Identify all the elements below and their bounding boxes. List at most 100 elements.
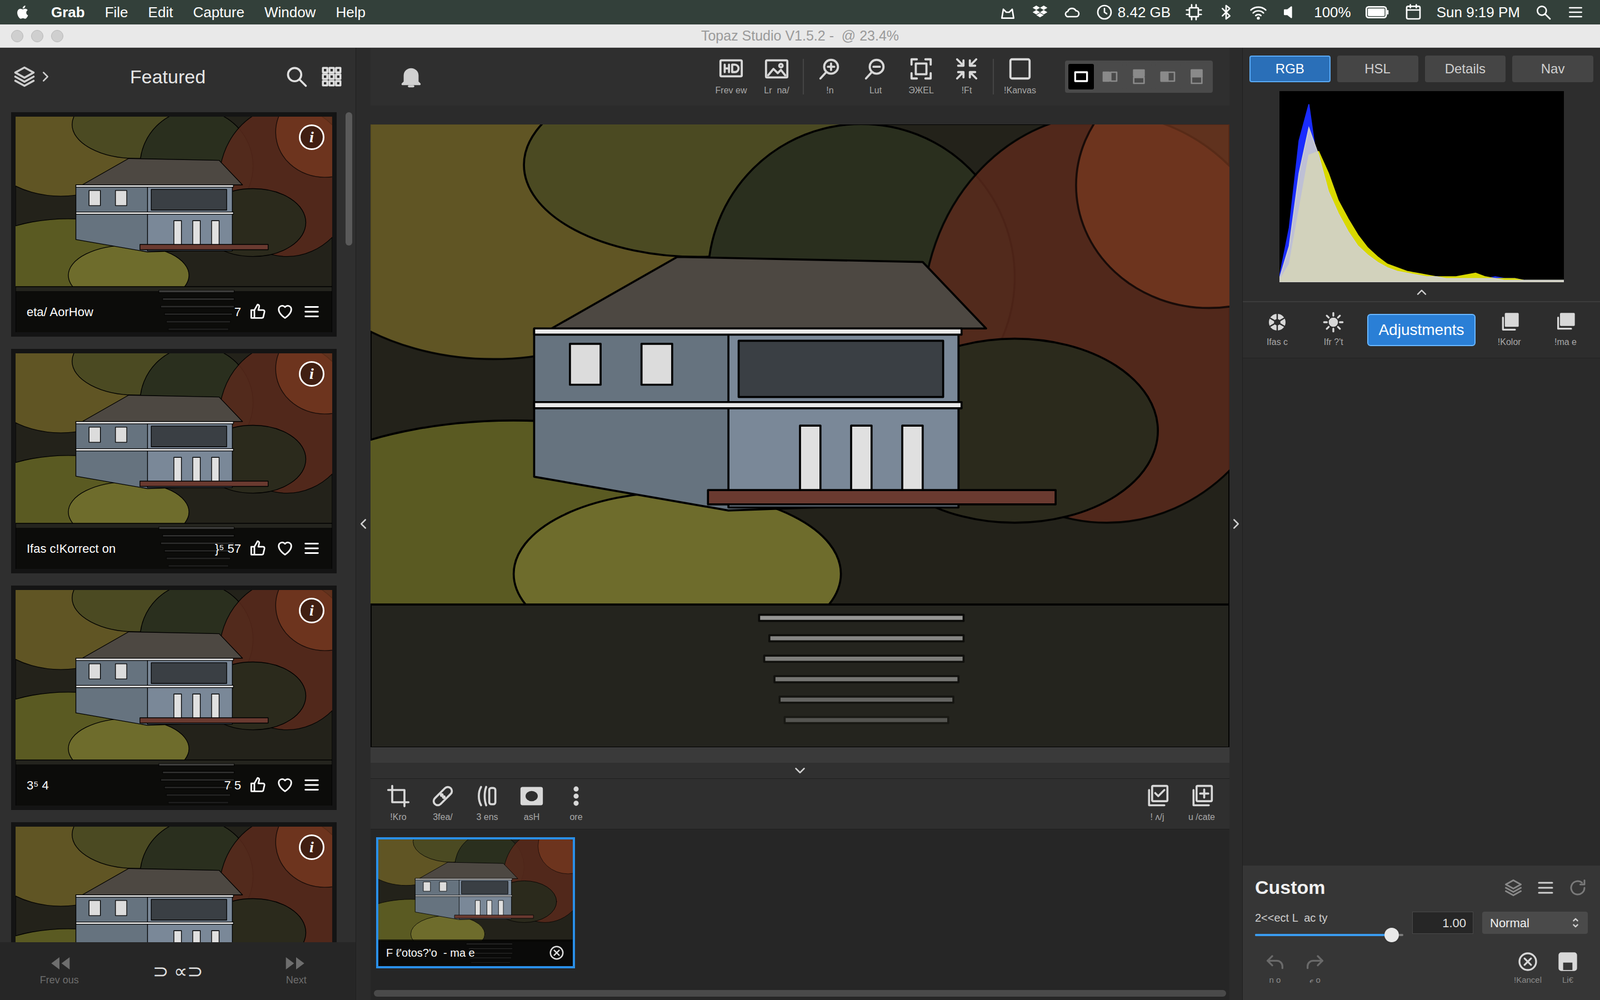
filmstrip-thumbnail[interactable]: F ℓ'otos?'o - ma e xyxy=(376,837,575,969)
scrollbar-thumb[interactable] xyxy=(345,112,353,246)
category-icon-button[interactable]: !ma e xyxy=(1543,311,1588,349)
layers-icon[interactable] xyxy=(12,64,37,89)
preset-card[interactable]: i xyxy=(11,822,337,943)
menu-item[interactable]: Capture xyxy=(192,1,245,24)
dropbox-icon[interactable] xyxy=(1031,3,1049,22)
info-button[interactable]: i xyxy=(298,361,325,387)
undo-button[interactable]: n o xyxy=(1255,950,1295,987)
toolbar-button[interactable]: !n xyxy=(807,56,853,98)
view-mode-button[interactable] xyxy=(1068,63,1094,90)
close-circle-icon[interactable] xyxy=(548,944,565,962)
thumbs-up-icon[interactable] xyxy=(248,302,268,322)
chevron-right-icon[interactable] xyxy=(40,68,52,85)
heart-icon[interactable] xyxy=(275,538,295,558)
thumbs-up-icon[interactable] xyxy=(248,775,268,795)
preset-card[interactable]: ieta/ AorHow7 xyxy=(11,112,337,337)
volume-icon[interactable] xyxy=(1281,3,1300,22)
calendar-icon[interactable] xyxy=(1404,3,1423,22)
menu-item[interactable]: Window xyxy=(264,1,316,24)
info-tab[interactable]: Nav xyxy=(1512,55,1594,83)
grid-icon[interactable] xyxy=(320,65,344,89)
menu-icon[interactable] xyxy=(302,302,322,322)
category-button[interactable]: Adjustments xyxy=(1367,313,1475,347)
layers-icon[interactable] xyxy=(1503,877,1524,898)
chevron-down-icon[interactable] xyxy=(791,765,809,776)
heart-icon[interactable] xyxy=(275,775,295,795)
bluetooth-icon[interactable] xyxy=(1217,3,1235,22)
filmstrip-scrollbar[interactable] xyxy=(370,990,1230,1000)
menu-icon[interactable] xyxy=(302,775,322,795)
close-button[interactable] xyxy=(11,30,24,43)
search-icon[interactable] xyxy=(284,64,309,89)
info-button[interactable]: i xyxy=(298,124,325,150)
minimize-button[interactable] xyxy=(31,30,44,43)
clock-text[interactable]: Sun 9:19 PM xyxy=(1436,1,1520,24)
toolbar-button[interactable]: Lr na/ xyxy=(753,56,800,98)
right-collapse-bar[interactable] xyxy=(1229,47,1243,1000)
histogram-toggle[interactable] xyxy=(1242,282,1600,303)
slider-thumb[interactable] xyxy=(1384,927,1399,943)
menu-icon[interactable] xyxy=(1535,877,1556,898)
previous-button[interactable]: Frev ous xyxy=(0,955,119,988)
toolbar-button[interactable]: Frev ew xyxy=(708,56,754,98)
menu-item[interactable]: Edit xyxy=(148,1,174,24)
chevron-right-icon[interactable] xyxy=(1231,515,1241,533)
thumbs-up-icon[interactable] xyxy=(248,538,268,558)
opacity-slider[interactable] xyxy=(1255,933,1404,937)
app-menu[interactable]: Grab xyxy=(51,1,85,24)
view-mode-button[interactable] xyxy=(1183,63,1210,90)
category-icon-button[interactable]: Ifr ?'t xyxy=(1311,311,1356,349)
view-mode-button[interactable] xyxy=(1155,63,1181,90)
opacity-value-field[interactable]: 1.00 xyxy=(1412,911,1474,934)
tool-button[interactable]: !Kro xyxy=(376,783,421,824)
category-icon-button[interactable]: Ifas c xyxy=(1255,311,1300,349)
menu-item[interactable]: File xyxy=(105,1,129,24)
tool-button[interactable]: 3 ens xyxy=(465,783,510,824)
cancel-button[interactable]: !Kancel xyxy=(1507,950,1548,987)
scrollbar-thumb[interactable] xyxy=(373,990,1227,997)
tool-button[interactable]: ore xyxy=(553,783,599,824)
blend-mode-select[interactable]: Normal xyxy=(1482,911,1588,934)
view-mode-button[interactable] xyxy=(1126,63,1152,90)
memory-status[interactable]: 8.42 GB xyxy=(1095,1,1171,24)
cat-icon[interactable] xyxy=(998,3,1017,22)
next-button[interactable]: Next xyxy=(237,955,356,988)
presets-scrollbar[interactable] xyxy=(345,105,356,943)
left-collapse-bar[interactable] xyxy=(355,47,371,1000)
save-button[interactable]: Li€ xyxy=(1547,950,1588,987)
heart-icon[interactable] xyxy=(275,302,295,322)
list-icon[interactable] xyxy=(1566,3,1585,22)
search-icon[interactable] xyxy=(1534,3,1553,22)
filmstrip-toggle[interactable] xyxy=(370,762,1230,779)
tool-button[interactable]: ! ʌ/j xyxy=(1135,783,1180,824)
toolbar-button[interactable]: !Ft xyxy=(943,56,990,98)
bell-icon[interactable] xyxy=(398,62,424,91)
info-button[interactable]: i xyxy=(298,834,325,860)
apple-icon[interactable] xyxy=(15,3,32,21)
creative-cloud-icon[interactable] xyxy=(1063,3,1082,22)
chevron-up-icon[interactable] xyxy=(1413,287,1430,297)
battery-icon[interactable] xyxy=(1365,3,1390,22)
toolbar-button[interactable]: Lut xyxy=(852,56,899,98)
tool-button[interactable]: u /cate xyxy=(1179,783,1224,824)
menu-icon[interactable] xyxy=(302,538,322,558)
info-button[interactable]: i xyxy=(298,597,325,624)
view-mode-button[interactable] xyxy=(1097,63,1123,90)
category-icon-button[interactable]: !Kolor xyxy=(1487,311,1532,349)
toolbar-button[interactable]: ЭЖЕL xyxy=(898,56,944,98)
zoom-button[interactable] xyxy=(51,30,64,43)
toolbar-button[interactable]: !Kanvas xyxy=(997,56,1043,98)
cpu-icon[interactable] xyxy=(1185,3,1203,22)
reset-icon[interactable] xyxy=(1567,877,1588,898)
info-tab[interactable]: HSL xyxy=(1337,55,1419,83)
preset-card[interactable]: iIfas c!Korrect on}⁵ 57 xyxy=(11,348,337,574)
chevron-left-icon[interactable] xyxy=(358,515,368,533)
info-tab[interactable]: Details xyxy=(1425,55,1507,83)
tool-button[interactable]: asH xyxy=(509,783,554,824)
tool-button[interactable]: 3fea/ xyxy=(420,783,465,824)
redo-button[interactable]: ℯ o xyxy=(1295,950,1335,987)
wifi-icon[interactable] xyxy=(1249,3,1268,22)
menu-item[interactable]: Help xyxy=(335,1,365,24)
info-tab[interactable]: RGB xyxy=(1249,55,1331,83)
preset-card[interactable]: i3⁵ 47 5 xyxy=(11,585,337,810)
